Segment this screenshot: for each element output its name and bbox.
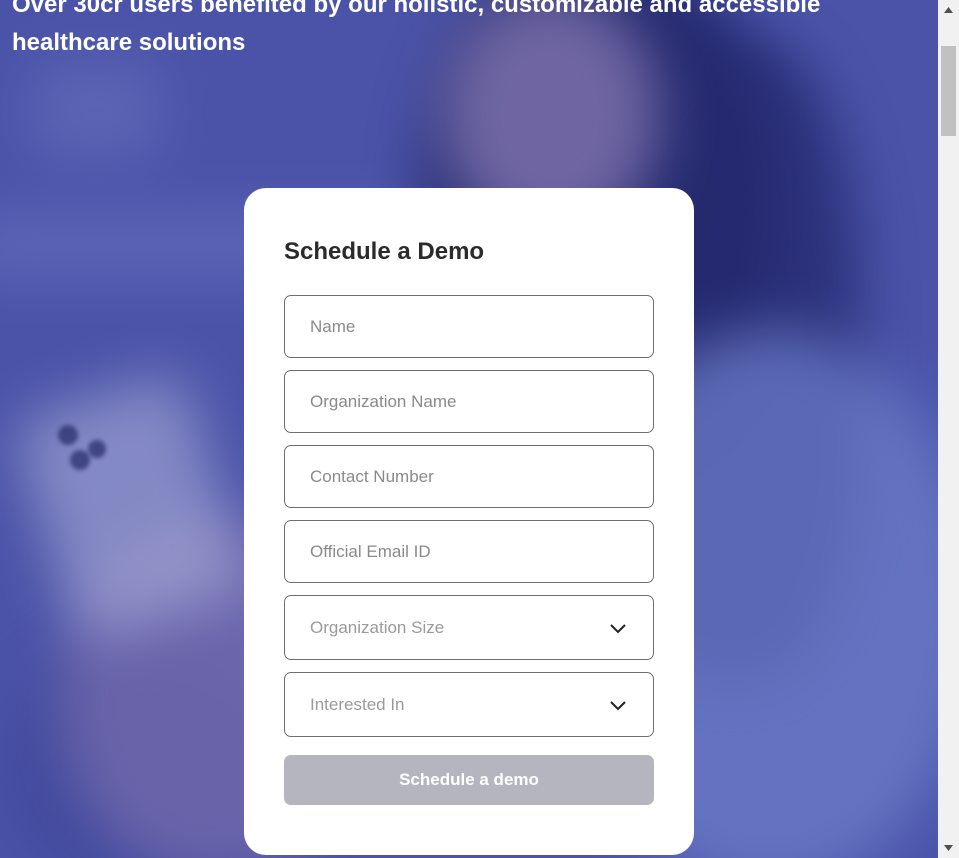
scrollbar-thumb[interactable] xyxy=(941,46,956,136)
organization-size-select[interactable]: Organization Size xyxy=(284,595,654,660)
form-title: Schedule a Demo xyxy=(284,238,485,265)
interested-in-select[interactable]: Interested In xyxy=(284,672,654,737)
interested-in-selected: Interested In xyxy=(310,694,405,714)
schedule-demo-form: Schedule a Demo Organization Size Intere… xyxy=(244,188,694,855)
scroll-up-arrow-icon[interactable] xyxy=(938,0,959,20)
official-email-input[interactable] xyxy=(284,520,654,583)
name-input[interactable] xyxy=(284,295,654,358)
hero-headline: Over 30cr users benefited by our holisti… xyxy=(12,0,821,56)
vertical-scrollbar[interactable] xyxy=(938,0,959,858)
scroll-down-arrow-icon[interactable] xyxy=(938,838,959,858)
organization-name-input[interactable] xyxy=(284,370,654,433)
hero-section: Over 30cr users benefited by our holisti… xyxy=(0,0,938,858)
contact-number-input[interactable] xyxy=(284,445,654,508)
chevron-down-icon xyxy=(610,700,626,710)
schedule-demo-button[interactable]: Schedule a demo xyxy=(284,755,654,805)
organization-size-selected: Organization Size xyxy=(310,617,445,637)
chevron-down-icon xyxy=(610,623,626,633)
